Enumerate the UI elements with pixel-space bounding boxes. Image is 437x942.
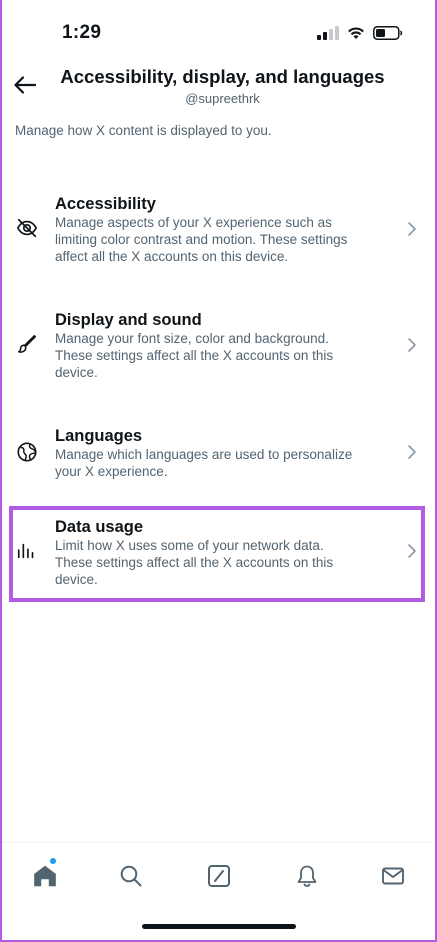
setting-description: Manage which languages are used to perso… bbox=[55, 447, 353, 479]
bell-icon bbox=[297, 865, 317, 887]
new-posts-dot bbox=[50, 858, 56, 864]
setting-title: Languages bbox=[55, 427, 143, 445]
status-time: 1:29 bbox=[62, 22, 102, 43]
setting-display-and-sound[interactable]: Display and sound Manage your font size,… bbox=[0, 306, 437, 386]
nav-notifications[interactable] bbox=[294, 863, 320, 889]
status-bar: 1:29 bbox=[0, 0, 437, 62]
wifi-icon bbox=[348, 27, 364, 39]
setting-data-usage[interactable]: Data usage Limit how X uses some of your… bbox=[0, 513, 437, 593]
home-icon bbox=[34, 865, 56, 887]
chevron-right-icon bbox=[408, 338, 416, 352]
setting-title: Accessibility bbox=[55, 195, 156, 213]
mail-icon bbox=[382, 867, 404, 885]
username: @supreethrk bbox=[185, 91, 260, 106]
eye-slash-icon bbox=[16, 218, 38, 238]
globe-icon bbox=[17, 442, 37, 462]
page-description: Manage how X content is displayed to you… bbox=[15, 123, 272, 138]
chevron-right-icon bbox=[408, 544, 416, 558]
setting-accessibility[interactable]: Accessibility Manage aspects of your X e… bbox=[0, 190, 437, 270]
cellular-signal-icon bbox=[317, 26, 339, 40]
battery-icon bbox=[373, 26, 403, 40]
nav-search[interactable] bbox=[118, 863, 144, 889]
setting-title: Data usage bbox=[55, 518, 144, 536]
bar-chart-icon bbox=[17, 543, 34, 559]
setting-description: Manage aspects of your X experience such… bbox=[55, 215, 348, 264]
brush-icon bbox=[17, 334, 37, 353]
nav-messages[interactable] bbox=[380, 863, 406, 889]
setting-title: Display and sound bbox=[55, 311, 202, 329]
setting-languages[interactable]: Languages Manage which languages are use… bbox=[0, 422, 437, 482]
bottom-nav bbox=[0, 842, 437, 913]
chevron-right-icon bbox=[408, 222, 416, 236]
nav-compose[interactable] bbox=[206, 863, 232, 889]
search-icon bbox=[120, 865, 142, 887]
nav-home[interactable] bbox=[32, 863, 58, 889]
chevron-right-icon bbox=[408, 445, 416, 459]
home-indicator bbox=[142, 924, 296, 929]
setting-description: Limit how X uses some of your network da… bbox=[55, 538, 334, 587]
page-title: Accessibility, display, and languages bbox=[60, 66, 385, 87]
compose-icon bbox=[208, 865, 230, 887]
status-icons bbox=[317, 26, 403, 40]
setting-description: Manage your font size, color and backgro… bbox=[55, 331, 334, 380]
